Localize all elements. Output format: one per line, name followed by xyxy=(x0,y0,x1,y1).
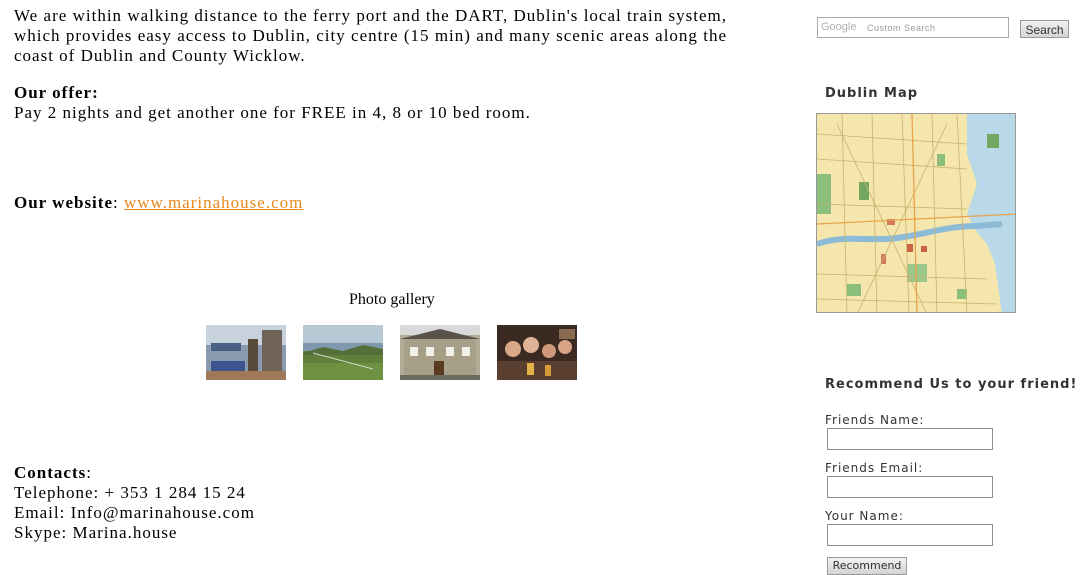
contact-email: Email: Info@marinahouse.com xyxy=(14,503,255,522)
contact-skype: Skype: Marina.house xyxy=(14,523,178,542)
search-input[interactable]: Google Custom Search xyxy=(817,17,1009,38)
gallery-title: Photo gallery xyxy=(349,291,435,308)
website-link[interactable]: www.marinahouse.com xyxy=(124,193,303,212)
search-button[interactable]: Search xyxy=(1020,20,1069,38)
gallery-thumb-house[interactable] xyxy=(400,325,480,380)
recommend-title: Recommend Us to your friend! xyxy=(825,377,1078,392)
contacts-heading: Contacts xyxy=(14,463,87,482)
search-placeholder: Custom Search xyxy=(867,23,936,33)
friends-email-field[interactable] xyxy=(827,476,993,498)
gallery-thumb-party[interactable] xyxy=(497,325,577,380)
google-logo: Google xyxy=(821,21,857,33)
offer-heading: Our offer: xyxy=(14,83,99,102)
website-separator: : xyxy=(113,193,119,212)
website-heading: Our website xyxy=(14,193,113,212)
offer-text: Pay 2 nights and get another one for FRE… xyxy=(14,103,531,122)
intro-block: We are within walking distance to the fe… xyxy=(14,6,727,66)
your-name-label: Your Name: xyxy=(825,509,904,523)
contacts-separator: : xyxy=(86,463,92,482)
your-name-field[interactable] xyxy=(827,524,993,546)
friends-email-label: Friends Email: xyxy=(825,461,924,475)
gallery-thumb-dormitory[interactable] xyxy=(206,325,286,380)
friends-name-label: Friends Name: xyxy=(825,413,925,427)
gallery-thumb-coast[interactable] xyxy=(303,325,383,380)
contacts-block: Contacts: Telephone: + 353 1 284 15 24 E… xyxy=(14,463,255,543)
intro-paragraph: We are within walking distance to the fe… xyxy=(14,6,727,65)
map-title: Dublin Map xyxy=(825,86,919,101)
offer-block: Our offer: Pay 2 nights and get another … xyxy=(14,83,531,123)
dublin-map[interactable] xyxy=(816,113,1016,313)
website-block: Our website: www.marinahouse.com xyxy=(14,193,303,213)
friends-name-field[interactable] xyxy=(827,428,993,450)
contact-telephone: Telephone: + 353 1 284 15 24 xyxy=(14,483,246,502)
recommend-button[interactable]: Recommend xyxy=(827,557,907,575)
